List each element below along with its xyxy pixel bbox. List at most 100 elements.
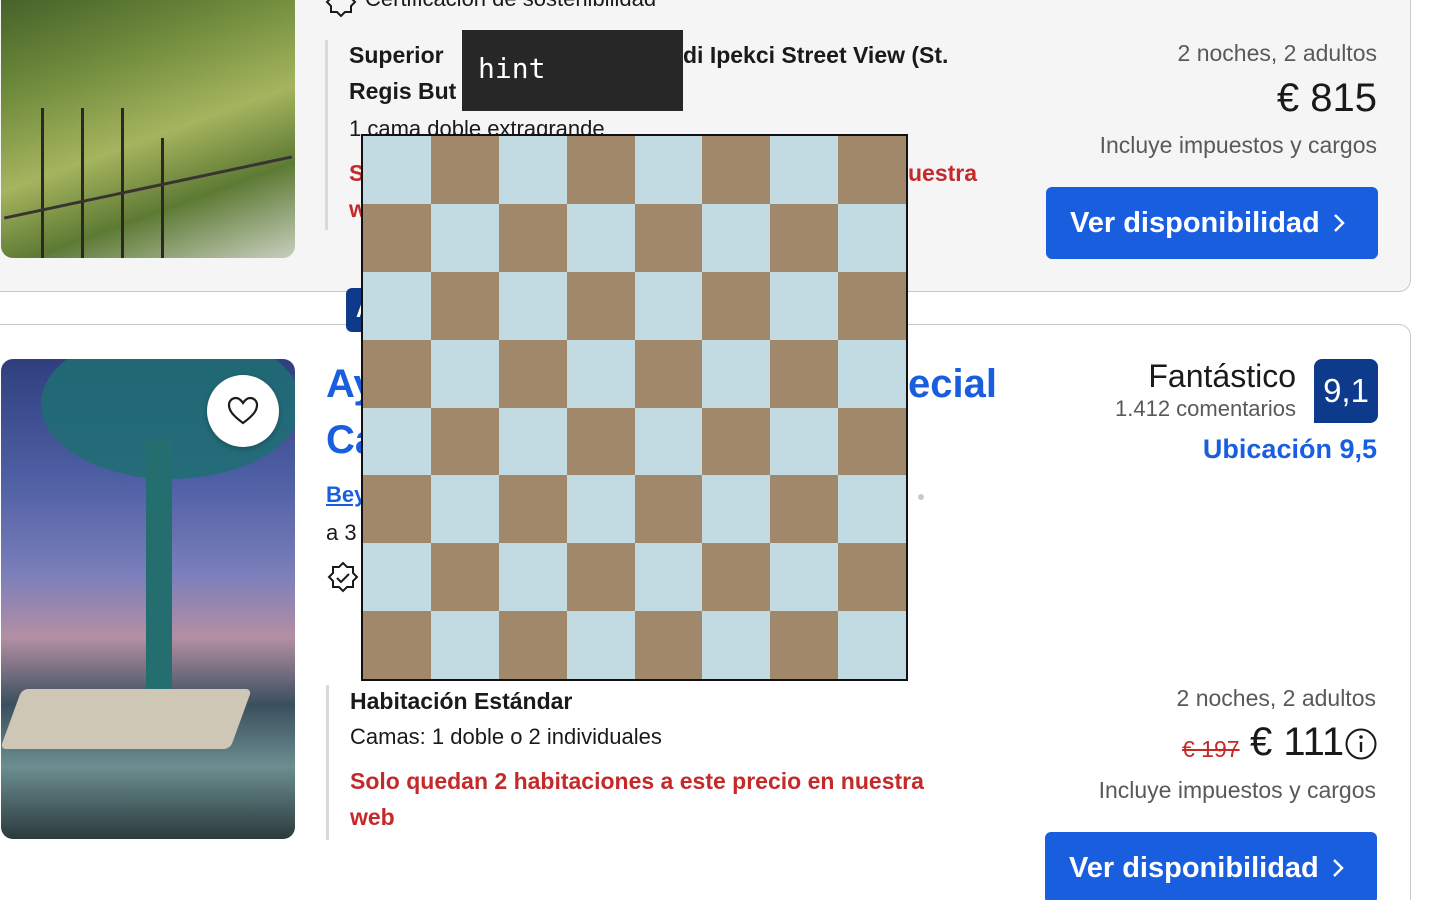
checker-square [838, 611, 906, 679]
checker-square [498, 543, 567, 612]
checker-square [498, 611, 567, 679]
checker-square [838, 136, 906, 204]
room-title-1-start[interactable]: Superior [349, 42, 444, 69]
checker-square [770, 475, 839, 544]
taxes-note-1: Incluye impuestos y cargos [1099, 132, 1377, 158]
checker-square [498, 339, 567, 408]
price-1: € 815 [1276, 76, 1377, 120]
balcony-bar [41, 108, 44, 258]
review-count[interactable]: 1.412 comentarios [1115, 396, 1296, 422]
heart-icon [227, 396, 259, 425]
checker-square [430, 611, 499, 679]
info-icon[interactable] [1344, 727, 1378, 761]
checker-square [363, 407, 431, 476]
checker-square [498, 407, 567, 476]
checker-square [634, 136, 703, 204]
checker-square [702, 136, 771, 204]
checker-square [634, 475, 703, 544]
hint-label: hint [478, 52, 546, 85]
stay-summary-1: 2 noches, 2 adultos [1177, 40, 1377, 66]
sustainability-label: Certificación de sostenibilidad [365, 0, 656, 12]
checker-square [430, 475, 499, 544]
scarcity-1-end: uestra [908, 160, 978, 186]
checker-square [770, 203, 839, 272]
original-price: € 197 [1182, 736, 1240, 762]
checker-square [363, 543, 431, 612]
chevron-right-icon [1334, 214, 1345, 232]
sustainability-icon [325, 0, 357, 18]
balcony-bar [161, 138, 164, 258]
scarcity-2: Solo quedan 2 habitaciones a este precio… [350, 768, 924, 794]
checker-square [363, 203, 431, 272]
checker-square [770, 136, 839, 204]
checker-square [702, 339, 771, 408]
checker-square [498, 203, 567, 272]
checker-square [363, 339, 431, 408]
checker-square [634, 203, 703, 272]
separator-dot [918, 494, 924, 500]
checker-square [430, 339, 499, 408]
checker-square [634, 339, 703, 408]
checker-square [838, 475, 906, 544]
chevron-right-icon [1333, 859, 1344, 877]
checker-square [363, 475, 431, 544]
sustainability-icon [327, 561, 359, 593]
checker-square [770, 611, 839, 679]
checker-square [566, 611, 635, 679]
checker-square [430, 203, 499, 272]
distance-text: a 3 [326, 520, 357, 545]
taxes-note-2: Incluye impuestos y cargos [1098, 777, 1376, 803]
property-photo-1[interactable] [1, 0, 295, 258]
checker-square [430, 136, 499, 204]
checker-square [770, 339, 839, 408]
room-title-1-line2[interactable]: Regis But [349, 78, 456, 105]
checker-square [838, 543, 906, 612]
checker-square [498, 136, 567, 204]
checker-square [430, 407, 499, 476]
checker-square [566, 543, 635, 612]
checker-square [702, 475, 771, 544]
terrace-table [1, 689, 252, 749]
property-title-2-end[interactable]: ecial [908, 362, 997, 407]
scarcity-2-line2: web [350, 804, 395, 830]
checker-square [430, 543, 499, 612]
see-availability-label-1: Ver disponibilidad [1070, 206, 1320, 239]
see-availability-label-2: Ver disponibilidad [1069, 851, 1319, 884]
checker-square [702, 407, 771, 476]
balcony-rail [3, 155, 293, 220]
balcony-bar [121, 108, 124, 258]
room-title-1-end[interactable]: di Ipekci Street View (St. [683, 42, 948, 69]
checker-square [498, 271, 567, 340]
save-to-favorites-button[interactable] [207, 375, 279, 447]
balcony-bar [81, 108, 84, 258]
checker-square [634, 271, 703, 340]
checker-square [566, 203, 635, 272]
checker-square [770, 407, 839, 476]
checker-square [566, 271, 635, 340]
checker-square [363, 271, 431, 340]
checker-square [838, 339, 906, 408]
checker-square [702, 271, 771, 340]
checker-square [634, 407, 703, 476]
checkerboard-overlay [361, 134, 908, 681]
checker-square [702, 543, 771, 612]
room-title-2[interactable]: Habitación Estándar [350, 688, 572, 715]
checker-square [566, 475, 635, 544]
location-score: Ubicación 9,5 [1202, 434, 1377, 464]
rating-word: Fantástico [1148, 358, 1296, 394]
checker-square [770, 543, 839, 612]
room-beds-2: Camas: 1 doble o 2 individuales [350, 724, 662, 749]
checker-square [838, 203, 906, 272]
hint-tooltip: hint [462, 30, 683, 111]
checker-square [498, 475, 567, 544]
price-2: € 111 [1250, 720, 1345, 764]
review-score-badge[interactable]: 9,1 [1314, 359, 1378, 423]
see-availability-button-1[interactable]: Ver disponibilidad [1046, 187, 1378, 259]
see-availability-button-2[interactable]: Ver disponibilidad [1045, 832, 1377, 900]
checker-square [634, 543, 703, 612]
room-divider-2 [326, 685, 329, 840]
checker-square [702, 611, 771, 679]
checker-square [770, 271, 839, 340]
room-divider-1 [325, 40, 328, 230]
stay-summary-2: 2 noches, 2 adultos [1176, 685, 1376, 711]
